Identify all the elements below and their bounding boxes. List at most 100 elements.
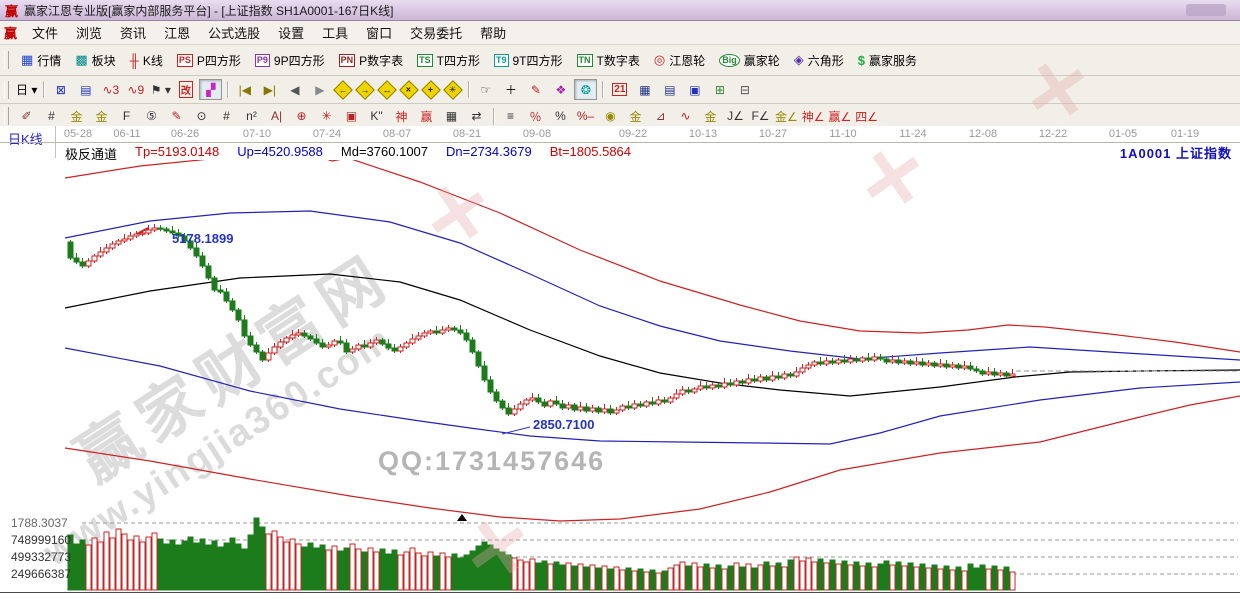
app-window: { "window": {"logo":"赢","title":"赢家江恩专业版… [0,0,1240,593]
golden-ratio-tool[interactable]: 金 [90,106,113,127]
shen-tool[interactable]: 神 [390,106,413,127]
web-chart-button[interactable]: ⊠ [49,79,72,100]
t-square-button[interactable]: TST四方形 [410,50,487,71]
gold-circle-tool[interactable]: ◉ [599,106,622,127]
zoom-in-button[interactable]: + [421,80,441,100]
percent-level-tool[interactable]: %– [574,106,597,127]
wave-mark-tool[interactable]: K" [365,106,388,127]
menu-窗口[interactable]: 窗口 [357,21,401,44]
color-histogram-button[interactable]: ▞ [199,79,222,100]
p-number-table-button[interactable]: PNP数字表 [332,50,411,71]
ying-tool-icon: 赢 [420,108,432,125]
chart-canvas[interactable]: 5178.18992850.7100 [0,160,1240,593]
hand-button[interactable]: ☞ [474,79,497,100]
nine-t-square-button[interactable]: T99T四方形 [487,50,570,71]
marker-tool[interactable]: ✎ [165,106,188,127]
zoom-all-button[interactable]: ✳ [443,80,463,100]
save-button[interactable]: ▣ [683,79,706,100]
pan-right-button[interactable]: → [355,80,375,100]
winner-wheel-button[interactable]: Big赢家轮 [712,50,787,71]
shen-angle-tool[interactable]: 神∠ [801,106,826,127]
calendar-button[interactable]: 21 [608,79,631,100]
span-tool[interactable]: ⇄ [465,106,488,127]
menu-帮助[interactable]: 帮助 [471,21,515,44]
golden-section-tool[interactable]: 金 [65,106,88,127]
date-tick: 08-07 [383,128,411,140]
t-number-table-button-label: T数字表 [597,52,640,69]
sectors-button[interactable]: ▩板块 [68,50,122,71]
crosshair-button[interactable]: ＋ [499,79,522,100]
hexagon-button[interactable]: ◈六角形 [787,50,851,71]
square-number-tool[interactable]: n² [240,106,263,127]
gann-box-tool[interactable]: ▣ [340,106,363,127]
date-tick: 08-21 [453,128,481,140]
gann-tool-button[interactable]: ❖ [549,79,572,100]
gold-level-tool[interactable]: 金 [624,106,647,127]
edit-tool-button[interactable]: 改 [174,79,197,100]
calculator-button[interactable]: ▦ [633,79,656,100]
menu-浏览[interactable]: 浏览 [67,21,111,44]
window-controls[interactable] [1186,4,1226,16]
title-bar[interactable]: 赢 赢家江恩专业版[赢家内部服务平台] - [上证指数 SH1A0001-167… [0,0,1240,21]
cycle-tool-button[interactable]: ❂ [574,79,597,100]
menu-设置[interactable]: 设置 [269,21,313,44]
period-daily-button[interactable]: 日 ▾ [15,79,38,100]
ying-angle-tool[interactable]: 赢∠ [828,106,853,127]
next-bar-button[interactable]: ▶ [308,79,331,100]
prev-bar-button[interactable]: ◀ [283,79,306,100]
j-angle-tool[interactable]: J∠ [724,106,747,127]
first-bar-button[interactable]: |◀ [233,79,256,100]
t-number-table-button[interactable]: TNT数字表 [570,50,647,71]
menu-资讯[interactable]: 资讯 [111,21,155,44]
print-button[interactable]: ⊟ [733,79,756,100]
angle-tool[interactable]: A| [265,106,288,127]
ying-tool[interactable]: 赢 [415,106,438,127]
nine-p-square-button[interactable]: P99P四方形 [248,50,332,71]
menu-交易委托[interactable]: 交易委托 [401,21,471,44]
spiral-tool[interactable]: ⑤ [140,106,163,127]
draw-button[interactable]: ✎ [524,79,547,100]
fibonacci-tool[interactable]: F [115,106,138,127]
gann-fan-tool[interactable]: ✳ [315,106,338,127]
brush-tool[interactable]: ⊿ [649,106,672,127]
nine-p-square-button-icon: P9 [255,54,270,67]
measure-tool[interactable]: ≡ [499,106,522,127]
time-cycle-tool[interactable]: ⊙ [190,106,213,127]
wave-channel-tool[interactable]: ∿ [674,106,697,127]
gann-circle-tool[interactable]: ⊕ [290,106,313,127]
compass-tool[interactable]: ✐ [15,106,38,127]
menu-公式选股[interactable]: 公式选股 [199,21,269,44]
percent-tool[interactable]: % [549,106,572,127]
four-angle-tool[interactable]: 四∠ [854,106,879,127]
notes-button[interactable]: ▤ [658,79,681,100]
wave3-button[interactable]: ∿3 [99,79,122,100]
p-square-button[interactable]: PSP四方形 [170,50,248,71]
price-lines-tool[interactable]: # [215,106,238,127]
hexagon-button-icon: ◈ [794,52,804,68]
stretch-h-button[interactable]: ↔ [377,80,397,100]
gold-channel-tool[interactable]: 金 [699,106,722,127]
last-bar-button[interactable]: ▶| [258,79,281,100]
gann-wheel-button-label: 江恩轮 [669,52,705,69]
compress-button[interactable]: × [399,80,419,100]
flag-button[interactable]: ⚑ ▾ [149,79,172,100]
menu-江恩[interactable]: 江恩 [155,21,199,44]
grid-lines-tool[interactable]: # [40,106,63,127]
grid-123-tool[interactable]: ▦ [440,106,463,127]
info-doc-button[interactable]: ▤ [74,79,97,100]
gold-angle-tool[interactable]: 金∠ [774,106,799,127]
pan-left-button[interactable]: ← [333,80,353,100]
winner-service-button-icon: $ [858,53,865,68]
gann-wheel-button[interactable]: ◎江恩轮 [647,50,712,71]
menu-文件[interactable]: 文件 [23,21,67,44]
winner-service-button[interactable]: $赢家服务 [851,50,924,71]
menu-工具[interactable]: 工具 [313,21,357,44]
wave9-button[interactable]: ∿9 [124,79,147,100]
kline-button[interactable]: ╫K线 [123,50,170,71]
f-angle-tool[interactable]: F∠ [749,106,772,127]
price-annotation: 2850.7100 [533,417,594,432]
gold-circle-tool-icon: ◉ [605,109,615,123]
quotes-button[interactable]: ▦行情 [14,50,68,71]
export-button[interactable]: ⊞ [708,79,731,100]
percent-line-tool[interactable]: ％ [524,106,547,127]
